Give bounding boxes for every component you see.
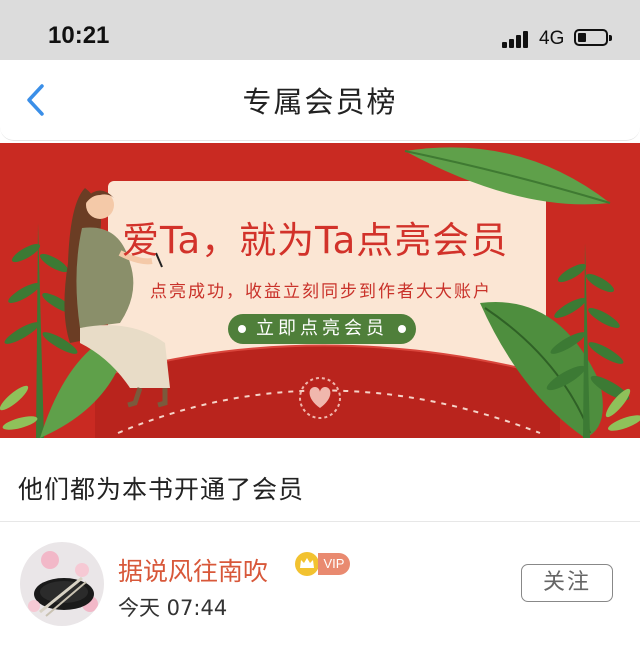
vip-label: VIP <box>318 553 350 575</box>
vip-badge: VIP <box>294 552 352 576</box>
member-name[interactable]: 据说风往南吹 <box>118 552 268 588</box>
signal-icon <box>502 30 532 48</box>
banner-subtitle: 点亮成功，收益立刻同步到作者大大账户 <box>150 282 492 302</box>
member-time: 今天 07:44 <box>118 596 228 620</box>
battery-icon <box>574 29 612 46</box>
avatar-image <box>20 542 104 626</box>
nav-bar: 专属会员榜 <box>0 60 640 141</box>
status-time: 10:21 <box>48 22 110 49</box>
member-row[interactable]: 据说风往南吹 VIP 今天 07:44 关注 <box>0 522 640 647</box>
follow-button[interactable]: 关注 <box>521 564 613 602</box>
banner-headline: 爱Ta，就为Ta点亮会员 <box>122 219 509 262</box>
section-title: 他们都为本书开通了会员 <box>18 475 305 504</box>
page-title: 专属会员榜 <box>242 85 398 119</box>
promo-banner[interactable]: 爱Ta，就为Ta点亮会员 点亮成功，收益立刻同步到作者大大账户 立即点亮会员 <box>0 143 640 438</box>
avatar[interactable] <box>20 542 104 626</box>
network-type: 4G <box>539 28 565 49</box>
light-up-member-button[interactable]: 立即点亮会员 <box>228 314 416 344</box>
status-bar: 10:21 4G <box>0 0 640 60</box>
